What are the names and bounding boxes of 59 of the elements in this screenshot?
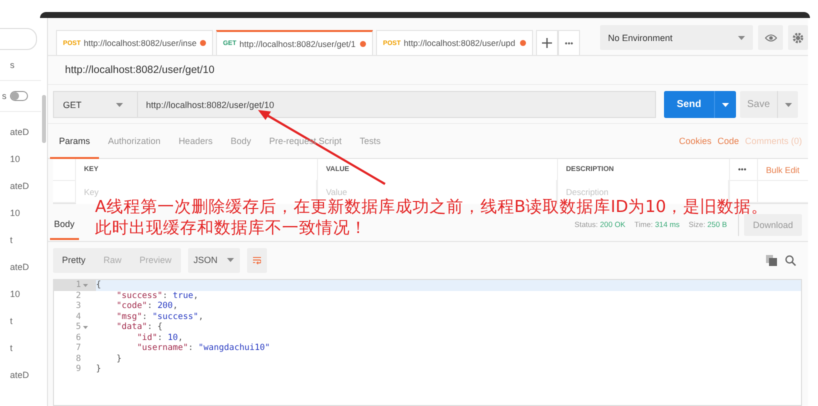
line-number: 5: [76, 322, 81, 332]
response-tab[interactable]: Body: [50, 209, 79, 240]
method-dropdown[interactable]: GET: [53, 91, 138, 118]
sidebar-item-text[interactable]: t: [10, 342, 13, 352]
more-tabs-button[interactable]: •••: [558, 30, 580, 55]
settings-button[interactable]: [788, 25, 808, 50]
toggle-label: s: [2, 91, 6, 101]
environment-dropdown[interactable]: No Environment: [600, 25, 753, 50]
caret-icon: [722, 102, 729, 106]
fold-icon[interactable]: [83, 326, 88, 329]
caret-icon: [738, 36, 745, 40]
request-name: http://localhost:8082/user/get/10: [48, 56, 808, 85]
more-options-button[interactable]: •••: [730, 159, 758, 181]
fold-icon[interactable]: [83, 284, 88, 287]
wrap-lines-icon: [252, 255, 261, 265]
sidebar-item-text[interactable]: t: [10, 234, 13, 244]
line-number: 3: [76, 301, 81, 312]
eye-button[interactable]: [758, 25, 783, 50]
wrap-lines-button[interactable]: [246, 248, 267, 272]
plus-icon: [542, 38, 552, 48]
sidebar-item-text[interactable]: t: [10, 316, 13, 326]
sidebar-item-text[interactable]: 10: [10, 288, 20, 298]
code-line: "id": 10,: [136, 332, 184, 343]
view-mode-button[interactable]: Pretty: [53, 248, 95, 272]
code-line: "success": true,: [115, 290, 198, 301]
url-field[interactable]: http://localhost:8082/user/get/10: [138, 91, 656, 118]
sidebar-item-text[interactable]: 10: [10, 208, 20, 218]
annotation-text: 此时出现缓存和数据库不一致情况！: [95, 217, 367, 238]
sidebar-item-text[interactable]: ateD: [10, 126, 30, 136]
line-number: 7: [76, 343, 81, 354]
code-line: }: [115, 354, 122, 364]
caret-icon: [784, 102, 792, 106]
code-line: }: [96, 364, 102, 374]
new-tab-button[interactable]: [536, 30, 558, 55]
settings-icon: [792, 32, 804, 44]
sidebar-item-text[interactable]: ateD: [10, 180, 30, 190]
sidebar-item-text[interactable]: s: [10, 60, 14, 70]
toggle-switch[interactable]: [10, 91, 28, 101]
line-number: 9: [76, 364, 81, 374]
eye-icon: [764, 34, 776, 42]
sidebar-item-text[interactable]: 10: [10, 154, 20, 164]
code-line: "msg": "success",: [115, 312, 204, 322]
search-icon[interactable]: [785, 254, 796, 266]
sidebar-item-text[interactable]: ateD: [10, 370, 30, 380]
caret-icon: [116, 102, 123, 106]
request-link: Comments (0): [744, 136, 802, 146]
format-dropdown[interactable]: JSON: [188, 248, 240, 272]
line-number: 4: [76, 312, 81, 322]
caret-icon: [226, 258, 234, 262]
line-number: 2: [76, 290, 81, 301]
line-number: 6: [76, 332, 81, 343]
code-line: "code": 200,: [115, 301, 178, 312]
code-line: "username": "wangdachui10": [136, 343, 270, 354]
copy-icon[interactable]: [766, 254, 777, 266]
code-line: {: [96, 280, 102, 290]
line-number: 8: [76, 354, 81, 364]
sidebar-item-text[interactable]: ateD: [10, 262, 30, 272]
line-number: 1: [76, 280, 81, 290]
code-line: "data": {: [115, 322, 163, 332]
